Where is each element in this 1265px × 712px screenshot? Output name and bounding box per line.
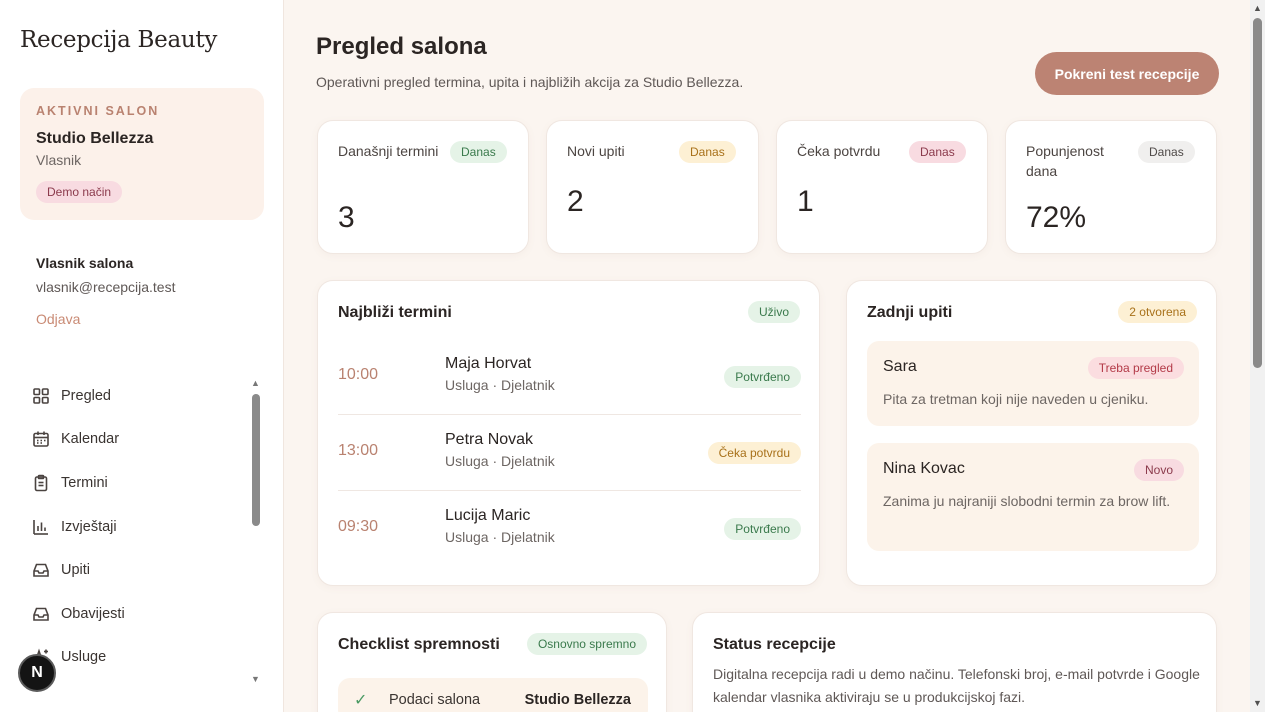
logout-link[interactable]: Odjava <box>36 311 80 327</box>
sidebar-scrollbar[interactable]: ▲ ▼ <box>249 378 263 688</box>
inquiry-name: Nina Kovac <box>883 460 965 477</box>
inquiry-name: Sara <box>883 358 917 375</box>
active-salon-kicker: AKTIVNI SALON <box>36 104 160 118</box>
upcoming-appointments-card: Najbliži termini Uživo 10:00 Maja Horvat… <box>317 280 820 586</box>
stat-label: Popunjenost dana <box>1026 143 1104 179</box>
stat-card-awaiting-confirmation: Čeka potvrdu Danas 1 <box>776 120 988 254</box>
inquiry-tag: Novo <box>1133 459 1184 481</box>
sidebar-item-label: Usluge <box>61 649 107 666</box>
grid-icon <box>33 387 49 404</box>
appointment-client: Petra Novak <box>445 431 534 448</box>
checklist-label: Podaci salona <box>389 692 481 708</box>
appointment-time: 09:30 <box>338 518 379 535</box>
reception-status-card: Status recepcije Digitalna recepcija rad… <box>692 612 1217 712</box>
sidebar-item-label: Upiti <box>61 562 91 579</box>
stat-card-day-occupancy: Popunjenost dana Danas 72% <box>1005 120 1217 254</box>
page-title: Pregled salona <box>316 33 487 60</box>
latest-inquiries-card: Zadnji upiti 2 otvorena Sara Treba pregl… <box>846 280 1217 586</box>
sidebar-item-termini[interactable]: Termini <box>20 461 250 505</box>
stat-label: Novi upiti <box>567 143 625 159</box>
stat-value: 72% <box>1026 201 1087 234</box>
appointment-status-badge: Čeka potvrdu <box>707 442 801 464</box>
stat-label: Čeka potvrdu <box>797 143 881 159</box>
appointment-meta: Usluga · Djelatnik <box>445 377 555 393</box>
inbox-icon <box>33 607 49 621</box>
sidebar: Recepcija Beauty AKTIVNI SALON Studio Be… <box>0 0 284 712</box>
checklist-row[interactable]: ✓ Podaci salona Studio Bellezza <box>338 678 648 712</box>
sidebar-item-obavijesti[interactable]: Obavijesti <box>20 592 250 636</box>
stat-badge: Danas <box>1138 141 1195 163</box>
checklist-title: Checklist spremnosti <box>338 636 500 653</box>
readiness-checklist-card: Checklist spremnosti Osnovno spremno ✓ P… <box>317 612 667 712</box>
inquiry-tag: Treba pregled <box>1087 357 1184 379</box>
appointment-row[interactable]: 09:30 Lucija Maric Usluga · Djelatnik Po… <box>338 491 801 567</box>
stat-value: 3 <box>338 201 355 234</box>
inbox-icon <box>33 563 49 577</box>
stat-badge: Danas <box>909 141 966 163</box>
appointment-client: Maja Horvat <box>445 355 532 372</box>
inquiry-text: Zanima ju najraniji slobodni termin za b… <box>883 493 1171 509</box>
page-scrollbar[interactable]: ▲ ▼ <box>1250 0 1265 712</box>
sidebar-item-izvjestaji[interactable]: Izvještaji <box>20 505 250 549</box>
scroll-down-arrow-icon[interactable]: ▼ <box>1253 698 1262 708</box>
scroll-down-arrow-icon[interactable]: ▼ <box>251 674 260 684</box>
bar-chart-icon <box>33 519 48 535</box>
checklist-status-badge: Osnovno spremno <box>526 633 647 655</box>
inquiry-item[interactable]: Nina Kovac Novo Zanima ju najraniji slob… <box>867 443 1199 551</box>
sidebar-item-label: Termini <box>61 474 108 491</box>
run-reception-test-button[interactable]: Pokreni test recepcije <box>1035 52 1219 95</box>
sidebar-item-label: Kalendar <box>61 431 120 448</box>
appointment-meta: Usluga · Djelatnik <box>445 453 555 469</box>
appointment-status-badge: Potvrđeno <box>724 518 801 540</box>
appointment-row[interactable]: 10:00 Maja Horvat Usluga · Djelatnik Pot… <box>338 339 801 415</box>
clipboard-icon <box>34 474 48 492</box>
appointment-time: 13:00 <box>338 442 379 459</box>
stat-badge: Danas <box>450 141 507 163</box>
appointment-status-badge: Potvrđeno <box>724 366 801 388</box>
open-inquiries-badge: 2 otvorena <box>1118 301 1197 323</box>
stat-value: 1 <box>797 185 814 218</box>
stat-badge: Danas <box>679 141 736 163</box>
sidebar-nav: Pregled Kalendar Termini Izvještaji Upit… <box>20 374 250 679</box>
appointment-time: 10:00 <box>338 366 379 383</box>
sidebar-item-label: Pregled <box>61 387 111 404</box>
sidebar-item-label: Obavijesti <box>61 605 125 622</box>
sidebar-item-label: Izvještaji <box>61 518 117 535</box>
sidebar-item-kalendar[interactable]: Kalendar <box>20 418 250 462</box>
user-email: vlasnik@recepcija.test <box>36 279 176 295</box>
sidebar-item-pregled[interactable]: Pregled <box>20 374 250 418</box>
salon-role: Vlasnik <box>36 152 82 168</box>
inquiry-text: Pita za tretman koji nije naveden u cjen… <box>883 391 1149 407</box>
page-scroll-thumb[interactable] <box>1253 18 1262 368</box>
brand-logo-text[interactable]: Recepcija Beauty <box>20 27 217 53</box>
upcoming-appointments-title: Najbliži termini <box>338 304 452 321</box>
stat-card-new-inquiries: Novi upiti Danas 2 <box>546 120 759 254</box>
appointment-client: Lucija Maric <box>445 507 531 524</box>
inquiry-item[interactable]: Sara Treba pregled Pita za tretman koji … <box>867 341 1199 426</box>
avatar[interactable]: N <box>18 654 56 692</box>
stat-card-todays-appointments: Današnji termini Danas 3 <box>317 120 529 254</box>
appointment-meta: Usluga · Djelatnik <box>445 529 555 545</box>
user-name: Vlasnik salona <box>36 255 134 271</box>
sidebar-item-upiti[interactable]: Upiti <box>20 548 250 592</box>
page-subtitle: Operativni pregled termina, upita i najb… <box>316 74 744 90</box>
latest-inquiries-title: Zadnji upiti <box>867 304 953 321</box>
stat-label: Današnji termini <box>338 143 439 159</box>
scroll-up-arrow-icon[interactable]: ▲ <box>1253 3 1262 13</box>
stat-value: 2 <box>567 185 584 218</box>
live-badge: Uživo <box>747 301 800 323</box>
scroll-up-arrow-icon[interactable]: ▲ <box>251 378 260 388</box>
reception-status-text: Digitalna recepcija radi u demo načinu. … <box>713 666 1200 705</box>
appointment-row[interactable]: 13:00 Petra Novak Usluga · Djelatnik Ček… <box>338 415 801 491</box>
sidebar-scroll-thumb[interactable] <box>252 394 260 526</box>
check-icon: ✓ <box>354 692 368 709</box>
demo-mode-badge: Demo način <box>36 181 123 203</box>
checklist-value: Studio Bellezza <box>524 692 631 708</box>
active-salon-card: AKTIVNI SALON Studio Bellezza Vlasnik De… <box>20 88 264 220</box>
calendar-icon <box>33 431 49 448</box>
salon-name: Studio Bellezza <box>36 130 154 147</box>
reception-status-title: Status recepcije <box>713 636 836 653</box>
